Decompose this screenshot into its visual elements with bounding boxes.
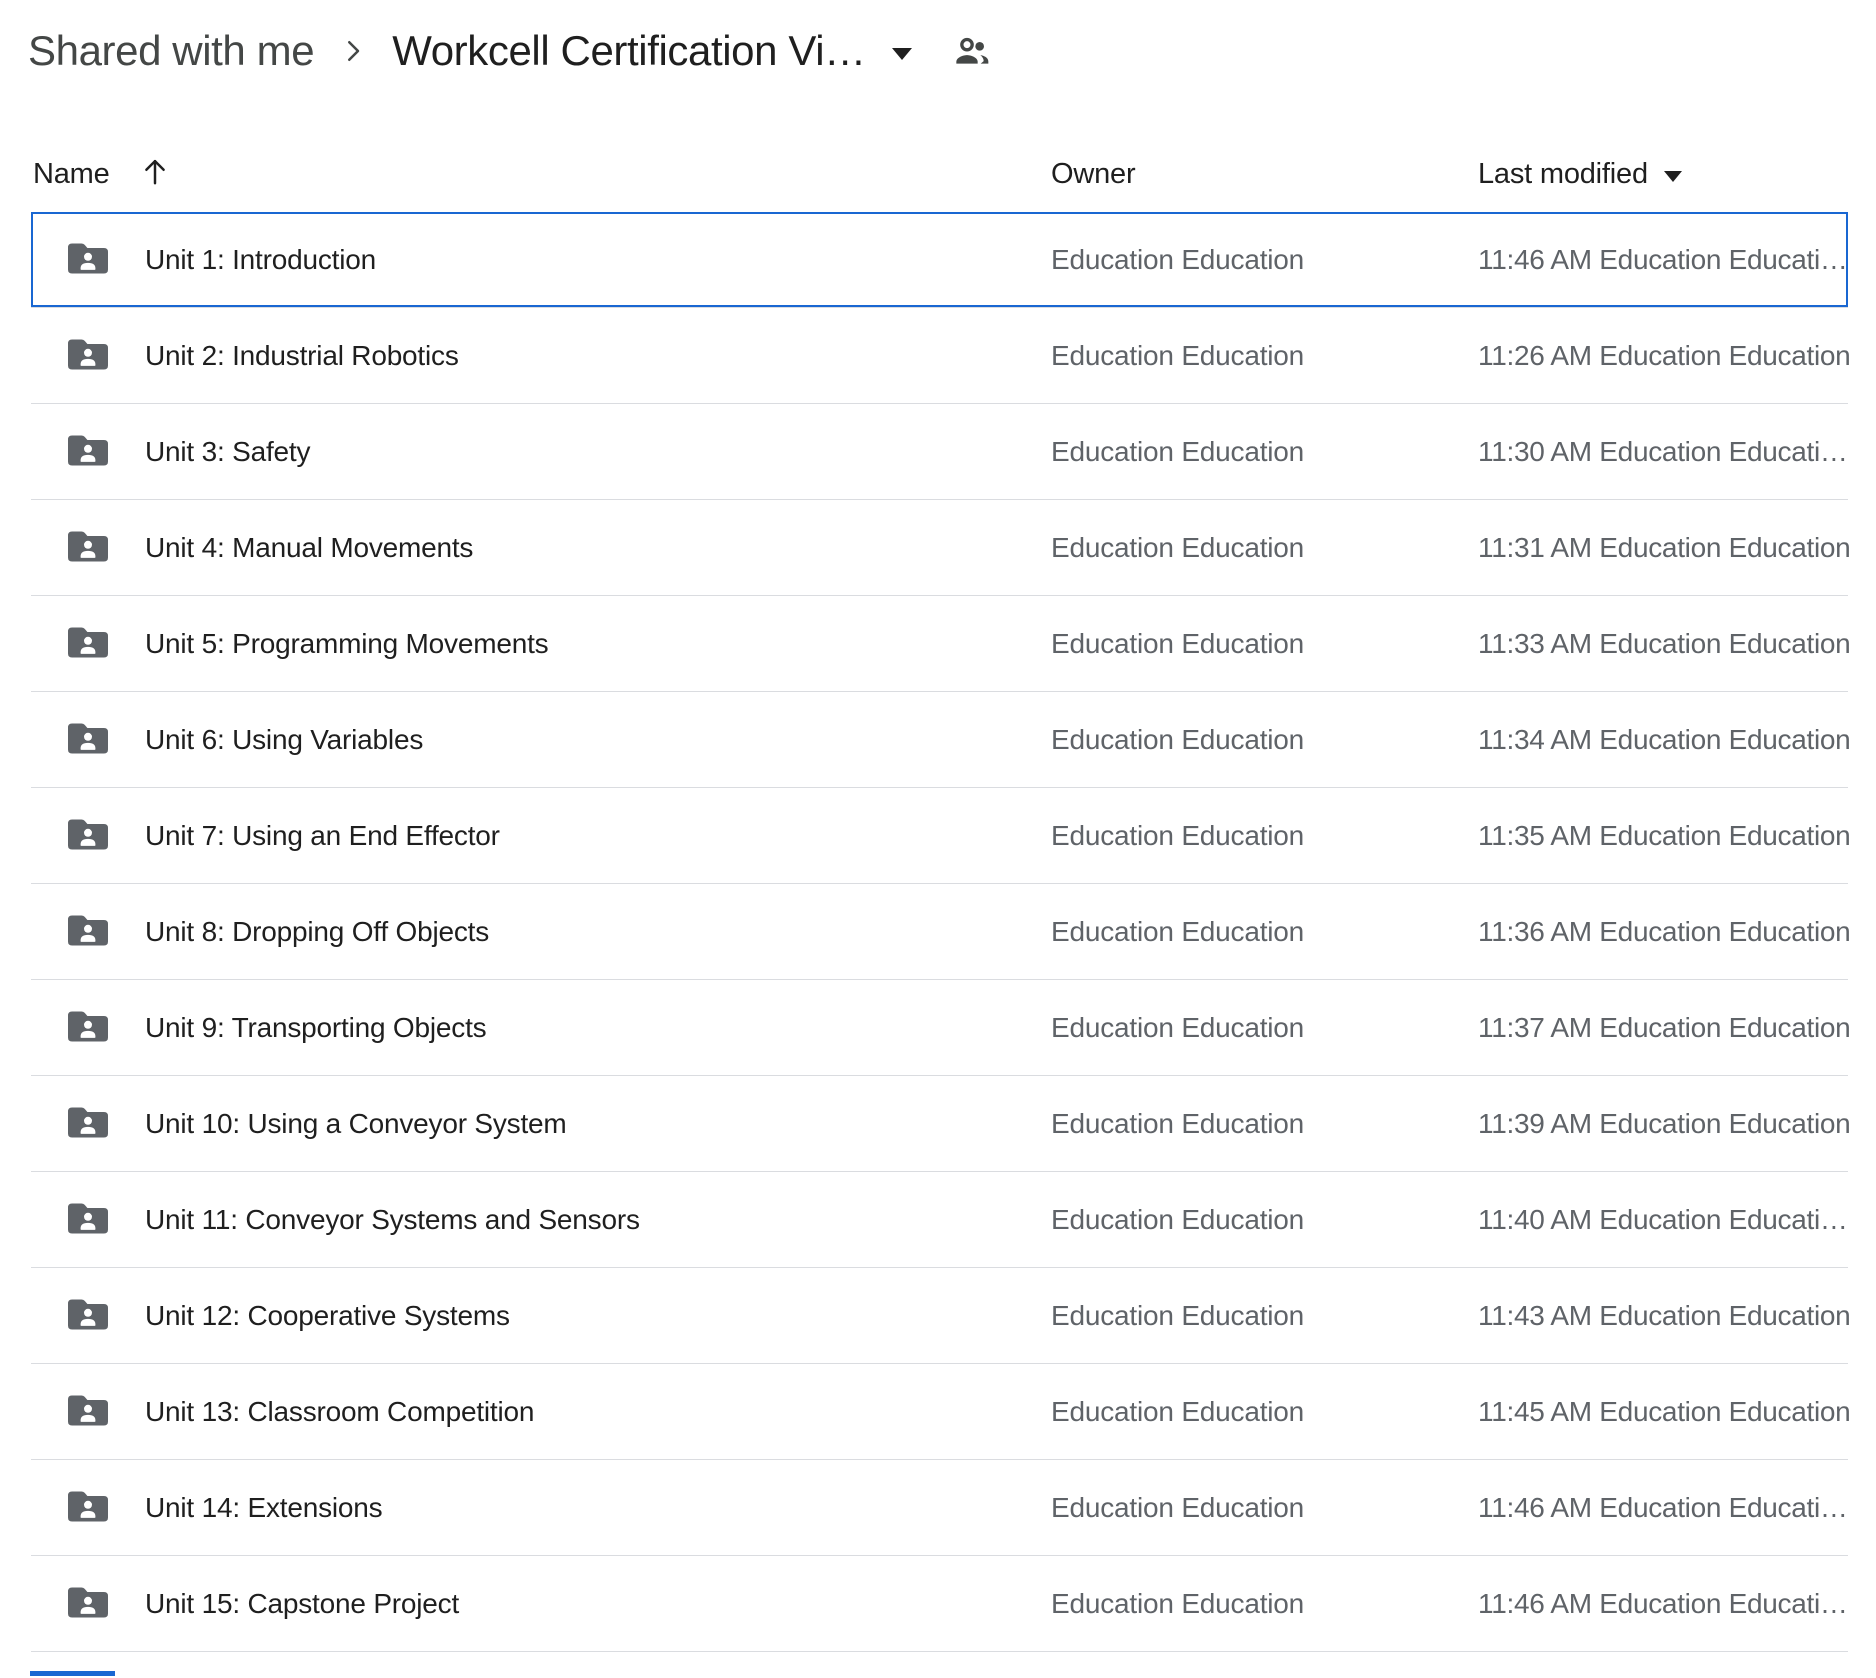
file-row[interactable]: Unit 3: Safety Education Education 11:30… bbox=[31, 404, 1848, 500]
shared-folder-icon bbox=[68, 1009, 108, 1046]
shared-folder-icon bbox=[68, 1489, 108, 1526]
file-row[interactable]: Unit 1: Introduction Education Education… bbox=[31, 212, 1848, 308]
partial-focus-indicator bbox=[30, 1671, 115, 1676]
file-row[interactable]: Unit 8: Dropping Off Objects Education E… bbox=[31, 884, 1848, 980]
file-last-modified: 11:46 AM Education Educati… bbox=[1478, 212, 1850, 308]
column-header-last-modified[interactable]: Last modified bbox=[1478, 146, 1682, 202]
file-name: Unit 2: Industrial Robotics bbox=[145, 308, 459, 404]
file-name: Unit 10: Using a Conveyor System bbox=[145, 1076, 567, 1172]
shared-folder-icon bbox=[68, 337, 108, 374]
file-owner: Education Education bbox=[1051, 308, 1304, 404]
file-row[interactable]: Unit 4: Manual Movements Education Educa… bbox=[31, 500, 1848, 596]
file-owner: Education Education bbox=[1051, 500, 1304, 596]
breadcrumb-current-folder[interactable]: Workcell Certification Vi… bbox=[392, 27, 866, 75]
column-header-owner-label: Owner bbox=[1051, 158, 1135, 191]
file-row[interactable]: Unit 15: Capstone Project Education Educ… bbox=[31, 1556, 1848, 1652]
shared-folder-icon bbox=[68, 433, 108, 470]
file-owner: Education Education bbox=[1051, 1268, 1304, 1364]
file-row[interactable]: Unit 6: Using Variables Education Educat… bbox=[31, 692, 1848, 788]
shared-folder-icon bbox=[68, 1393, 108, 1430]
file-row[interactable]: Unit 5: Programming Movements Education … bbox=[31, 596, 1848, 692]
file-name: Unit 1: Introduction bbox=[145, 212, 376, 308]
file-owner: Education Education bbox=[1051, 788, 1304, 884]
file-row[interactable]: Unit 14: Extensions Education Education … bbox=[31, 1460, 1848, 1556]
file-last-modified: 11:35 AM Education Education bbox=[1478, 788, 1850, 884]
file-owner: Education Education bbox=[1051, 1076, 1304, 1172]
file-last-modified: 11:36 AM Education Education bbox=[1478, 884, 1850, 980]
folder-dropdown-caret-icon[interactable] bbox=[892, 48, 912, 60]
shared-folder-icon bbox=[68, 913, 108, 950]
file-name: Unit 11: Conveyor Systems and Sensors bbox=[145, 1172, 640, 1268]
file-last-modified: 11:37 AM Education Education bbox=[1478, 980, 1850, 1076]
file-owner: Education Education bbox=[1051, 1460, 1304, 1556]
file-row[interactable]: Unit 12: Cooperative Systems Education E… bbox=[31, 1268, 1848, 1364]
file-row[interactable]: Unit 7: Using an End Effector Education … bbox=[31, 788, 1848, 884]
breadcrumb: Shared with me Workcell Certification Vi… bbox=[28, 20, 992, 82]
file-name: Unit 4: Manual Movements bbox=[145, 500, 473, 596]
file-name: Unit 13: Classroom Competition bbox=[145, 1364, 534, 1460]
file-owner: Education Education bbox=[1051, 1556, 1304, 1652]
shared-folder-icon bbox=[68, 241, 108, 278]
shared-folder-icon bbox=[68, 1585, 108, 1622]
file-name: Unit 7: Using an End Effector bbox=[145, 788, 500, 884]
file-last-modified: 11:31 AM Education Education bbox=[1478, 500, 1850, 596]
file-last-modified: 11:39 AM Education Education bbox=[1478, 1076, 1850, 1172]
file-owner: Education Education bbox=[1051, 404, 1304, 500]
caret-down-icon[interactable] bbox=[1664, 171, 1682, 182]
file-last-modified: 11:43 AM Education Education bbox=[1478, 1268, 1850, 1364]
file-row[interactable]: Unit 11: Conveyor Systems and Sensors Ed… bbox=[31, 1172, 1848, 1268]
file-last-modified: 11:30 AM Education Educati… bbox=[1478, 404, 1850, 500]
file-row[interactable]: Unit 10: Using a Conveyor System Educati… bbox=[31, 1076, 1848, 1172]
file-name: Unit 3: Safety bbox=[145, 404, 310, 500]
file-last-modified: 11:33 AM Education Education bbox=[1478, 596, 1850, 692]
file-row[interactable]: Unit 9: Transporting Objects Education E… bbox=[31, 980, 1848, 1076]
file-row[interactable]: Unit 2: Industrial Robotics Education Ed… bbox=[31, 308, 1848, 404]
file-last-modified: 11:34 AM Education Education bbox=[1478, 692, 1850, 788]
shared-folder-icon bbox=[68, 1105, 108, 1142]
file-name: Unit 6: Using Variables bbox=[145, 692, 423, 788]
file-name: Unit 9: Transporting Objects bbox=[145, 980, 486, 1076]
shared-folder-icon bbox=[68, 625, 108, 662]
shared-folder-icon bbox=[68, 529, 108, 566]
breadcrumb-shared-with-me[interactable]: Shared with me bbox=[28, 27, 314, 75]
shared-people-icon bbox=[952, 31, 992, 76]
sort-arrow-up-icon[interactable] bbox=[140, 155, 170, 195]
file-last-modified: 11:40 AM Education Educati… bbox=[1478, 1172, 1850, 1268]
shared-folder-icon bbox=[68, 721, 108, 758]
file-owner: Education Education bbox=[1051, 596, 1304, 692]
column-header-last-modified-label: Last modified bbox=[1478, 158, 1648, 191]
file-owner: Education Education bbox=[1051, 1364, 1304, 1460]
file-name: Unit 5: Programming Movements bbox=[145, 596, 548, 692]
file-name: Unit 15: Capstone Project bbox=[145, 1556, 459, 1652]
file-row[interactable]: Unit 13: Classroom Competition Education… bbox=[31, 1364, 1848, 1460]
shared-folder-icon bbox=[68, 1297, 108, 1334]
file-name: Unit 8: Dropping Off Objects bbox=[145, 884, 489, 980]
shared-folder-icon bbox=[68, 817, 108, 854]
file-last-modified: 11:45 AM Education Education bbox=[1478, 1364, 1850, 1460]
file-name: Unit 14: Extensions bbox=[145, 1460, 382, 1556]
chevron-right-icon bbox=[338, 36, 368, 66]
column-header-name-label: Name bbox=[33, 158, 110, 191]
file-name: Unit 12: Cooperative Systems bbox=[145, 1268, 510, 1364]
file-owner: Education Education bbox=[1051, 884, 1304, 980]
file-owner: Education Education bbox=[1051, 1172, 1304, 1268]
file-last-modified: 11:46 AM Education Educati… bbox=[1478, 1556, 1850, 1652]
file-last-modified: 11:46 AM Education Educati… bbox=[1478, 1460, 1850, 1556]
column-header-name[interactable]: Name bbox=[33, 146, 170, 202]
column-headers: Name Owner Last modified bbox=[31, 146, 1848, 202]
file-last-modified: 11:26 AM Education Education bbox=[1478, 308, 1850, 404]
column-header-owner: Owner bbox=[1051, 146, 1135, 202]
shared-folder-icon bbox=[68, 1201, 108, 1238]
file-owner: Education Education bbox=[1051, 980, 1304, 1076]
file-owner: Education Education bbox=[1051, 212, 1304, 308]
file-owner: Education Education bbox=[1051, 692, 1304, 788]
file-table: Unit 1: Introduction Education Education… bbox=[31, 212, 1848, 1652]
